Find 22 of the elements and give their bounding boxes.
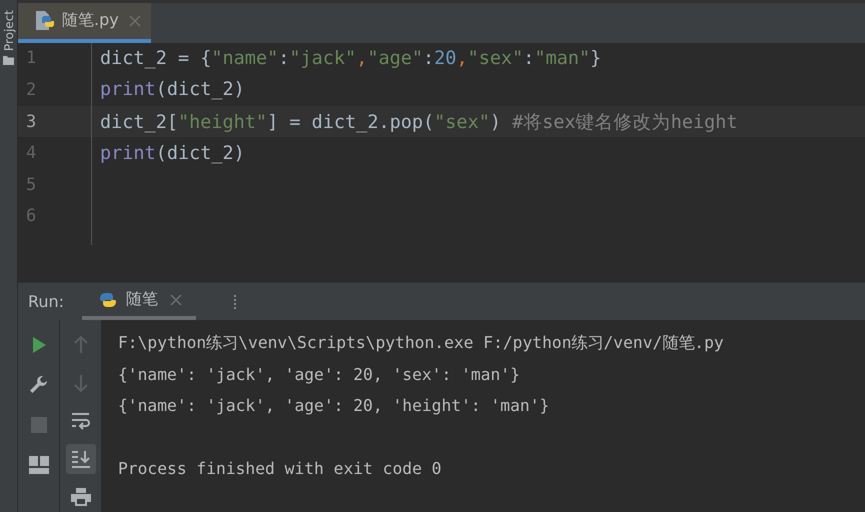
close-icon[interactable] <box>170 294 182 306</box>
console-line: {'name': 'jack', 'age': 20, 'height': 'man'} <box>118 395 550 418</box>
code-line: print(dict_2) <box>100 79 245 100</box>
close-icon[interactable] <box>128 14 141 27</box>
line-number: 2 <box>25 80 38 100</box>
console-line: F:\python练习\venv\Scripts\python.exe F:/python练习/venv/随笔.py <box>118 332 724 354</box>
line-number: 6 <box>25 206 38 226</box>
editor-tab[interactable]: 随笔.py <box>18 3 151 43</box>
line-number: 1 <box>25 48 38 68</box>
code-line: print(dict_2) <box>100 142 245 164</box>
line-number: 4 <box>25 143 38 164</box>
console-line: {'name': 'jack', 'age': 20, 'sex': 'man'} <box>118 364 521 386</box>
run-label: Run: <box>27 292 66 312</box>
line-number: 5 <box>25 174 38 195</box>
project-tab[interactable]: Project <box>2 10 16 52</box>
python-file-icon <box>34 10 56 32</box>
code-line: dict_2 = {"name":"jack","age":20,"sex":"man"} <box>100 48 602 69</box>
line-number: 3 <box>25 112 38 132</box>
code-line: dict_2["height"] = dict_2.pop("sex") #将sex键名修改为height <box>100 111 738 134</box>
console-line: Process finished with exit code 0 <box>118 458 442 480</box>
scroll-to-end-icon[interactable] <box>66 444 96 474</box>
folder-icon <box>3 55 14 66</box>
